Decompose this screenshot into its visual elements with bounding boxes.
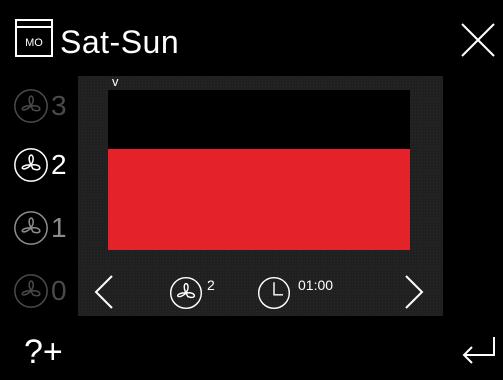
previous-arrow-icon[interactable] [92,272,116,312]
calendar-icon: MO [15,19,53,57]
level-label: 1 [51,212,67,243]
schedule-level-bar[interactable] [108,149,410,250]
level-3-button[interactable]: 3 [12,86,68,126]
page-title: Sat-Sun [60,24,180,60]
level-label: 2 [51,149,67,180]
enter-icon[interactable] [458,333,498,369]
close-icon[interactable] [458,20,498,60]
level-label: 3 [51,90,67,121]
fan-icon [14,89,48,123]
help-add-button[interactable]: ?+ [24,330,63,374]
calendar-icon-label: MO [25,37,43,49]
level-0-button[interactable]: 0 [12,271,68,311]
fan-icon [14,274,48,308]
level-label: 0 [51,275,67,306]
next-arrow-icon[interactable] [402,272,426,312]
level-1-button[interactable]: 1 [12,208,68,248]
time-value: 01:00 [298,277,334,293]
level-2-button[interactable]: 2 [12,145,68,185]
fan-icon [14,148,48,182]
fan-setting-value: 2 [207,277,215,293]
fan-icon[interactable] [168,275,204,311]
clock-icon[interactable] [256,275,292,311]
fan-icon [14,211,48,245]
time-cursor-marker: v [112,74,119,89]
